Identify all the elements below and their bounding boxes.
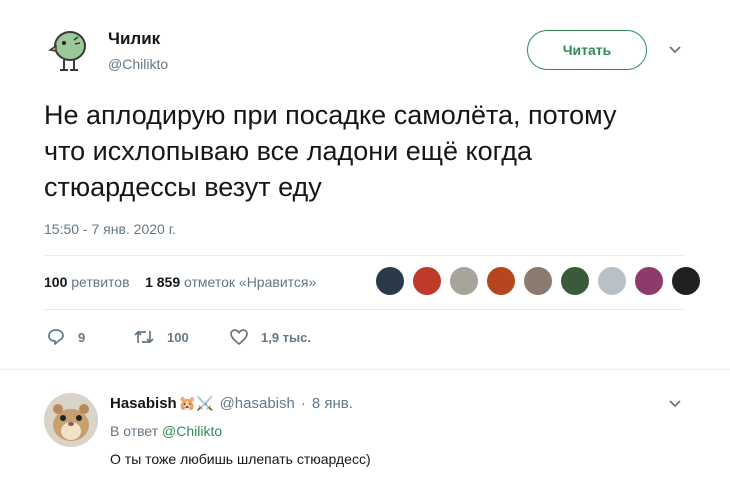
liker-avatar[interactable] (596, 265, 628, 297)
reply-author-emojis: 🐹⚔️ (178, 395, 214, 411)
follow-button[interactable]: Читать (527, 30, 647, 70)
liker-avatar[interactable] (559, 265, 591, 297)
reply-action[interactable]: 9 (46, 327, 85, 347)
reply-icon (48, 329, 64, 345)
reply-context-prefix: В ответ (110, 423, 159, 439)
likers-avatars (374, 265, 707, 299)
reply-context-handle[interactable]: @Chilikto (162, 423, 222, 439)
heart-icon (230, 329, 248, 345)
author-name[interactable]: Чилик (108, 29, 160, 49)
chevron-down-icon[interactable] (667, 42, 683, 63)
tweet-timestamp[interactable]: 15:50 - 7 янв. 2020 г. (44, 221, 176, 237)
retweets-stat[interactable]: 100 ретвитов (44, 274, 130, 290)
reply-author-avatar[interactable] (44, 393, 98, 447)
tweet-stats: 100 ретвитов 1 859 отметок «Нравится» (44, 274, 316, 290)
divider (44, 255, 686, 256)
reply-separator: · (300, 395, 306, 412)
retweet-icon (134, 330, 154, 344)
likes-stat[interactable]: 1 859 отметок «Нравится» (145, 274, 316, 290)
reply-text: О ты тоже любишь шлепать стюардесс) (110, 451, 371, 467)
divider (44, 309, 686, 310)
retweet-action[interactable]: 100 (133, 327, 189, 347)
liker-avatar[interactable] (448, 265, 480, 297)
like-count: 1,9 тыс. (261, 329, 311, 345)
likes-count: 1 859 (145, 274, 181, 290)
divider (0, 369, 730, 370)
reply-header: Hasabish 🐹⚔️ @hasabish · 8 янв. (110, 395, 353, 412)
reply-context: В ответ @Chilikto (110, 423, 222, 439)
reply-author-handle[interactable]: @hasabish (220, 395, 295, 412)
liker-avatar[interactable] (522, 265, 554, 297)
retweets-label: ретвитов (71, 274, 130, 290)
author-handle[interactable]: @Chilikto (108, 56, 168, 72)
reply-author-name[interactable]: Hasabish (110, 395, 177, 412)
like-action[interactable]: 1,9 тыс. (229, 327, 311, 347)
liker-avatar[interactable] (411, 265, 443, 297)
author-avatar[interactable] (44, 24, 94, 74)
liker-avatar[interactable] (633, 265, 665, 297)
tweet-text: Не аплодирую при посадке самолёта, потом… (44, 100, 617, 202)
reply-count: 9 (78, 329, 86, 345)
retweets-count: 100 (44, 274, 68, 290)
reply-chevron-down-icon[interactable] (667, 396, 683, 417)
reply-date[interactable]: 8 янв. (312, 395, 353, 412)
liker-avatar[interactable] (374, 265, 406, 297)
likes-label: отметок «Нравится» (184, 274, 317, 290)
liker-avatar[interactable] (485, 265, 517, 297)
retweet-count: 100 (167, 329, 189, 345)
liker-avatar[interactable] (670, 265, 702, 297)
